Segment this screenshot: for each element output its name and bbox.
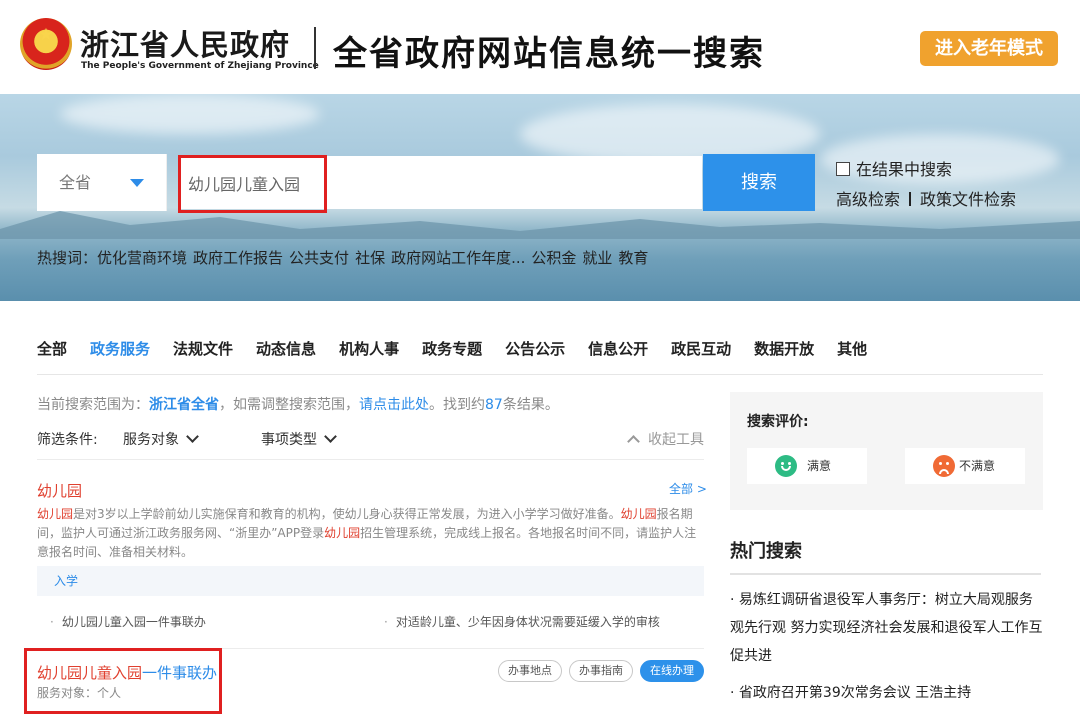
satisfied-button[interactable]: 满意 bbox=[747, 448, 867, 484]
unsatisfied-label: 不满意 bbox=[959, 459, 996, 473]
highlight-box bbox=[178, 155, 327, 213]
filter-divider bbox=[37, 459, 704, 460]
hot-words: 热搜词：优化营商环境 政府工作报告 公共支付 社保 政府网站工作年度... 公积金 就业 教育 bbox=[37, 247, 654, 268]
caret-down-icon bbox=[130, 179, 144, 187]
hot-word[interactable]: 教育 bbox=[618, 249, 648, 267]
topic-subcategory-bar: 入学 bbox=[37, 566, 704, 596]
tab-announcements[interactable]: 公告公示 bbox=[505, 338, 565, 359]
checkbox-icon[interactable] bbox=[836, 162, 850, 176]
hot-search-item[interactable]: · 易炼红调研省退役军人事务厅：树立大局观服务观先行观 努力实现经济社会发展和退… bbox=[730, 586, 1043, 670]
highlight-box bbox=[24, 648, 222, 714]
search-button[interactable]: 搜索 bbox=[703, 154, 815, 211]
tab-open-data[interactable]: 数据开放 bbox=[754, 338, 814, 359]
keyword-highlight: 幼儿园 bbox=[620, 507, 657, 521]
site-header: ★ 浙江省人民政府 The People's Government of Zhe… bbox=[0, 0, 1080, 94]
tab-other[interactable]: 其他 bbox=[837, 338, 867, 359]
chevron-up-icon bbox=[627, 435, 640, 448]
search-in-results-label: 在结果中搜索 bbox=[856, 160, 953, 179]
evaluation-title: 搜索评价: bbox=[747, 414, 809, 430]
tab-topics[interactable]: 政务专题 bbox=[422, 338, 482, 359]
desc-text: 是对3岁以上学龄前幼儿实施保育和教育的机构，使幼儿身心获得正常发展，为进入小学学… bbox=[73, 507, 621, 521]
scope-mid: ，如需调整搜索范围， bbox=[219, 397, 359, 413]
online-service-button[interactable]: 在线办理 bbox=[640, 660, 704, 682]
keyword-highlight: 幼儿园 bbox=[37, 507, 74, 521]
hot-search-divider bbox=[730, 573, 1041, 575]
unsatisfied-button[interactable]: 不满意 bbox=[905, 448, 1025, 484]
hot-search-title: 热门搜索 bbox=[730, 541, 802, 562]
header-divider bbox=[314, 27, 316, 69]
tab-all[interactable]: 全部 bbox=[37, 338, 67, 359]
type-filter-label: 事项类型 bbox=[261, 432, 317, 448]
keyword-highlight: 幼儿园 bbox=[324, 526, 361, 540]
link-separator bbox=[909, 192, 912, 206]
category-tabs: 全部 政务服务 法规文件 动态信息 机构人事 政务专题 公告公示 信息公开 政民互动 数据开放 其他 bbox=[37, 338, 890, 366]
smile-icon bbox=[775, 455, 797, 477]
topic-card-title[interactable]: 幼儿园 bbox=[37, 480, 82, 501]
tab-interaction[interactable]: 政民互动 bbox=[671, 338, 731, 359]
collapse-tools-button[interactable]: 收起工具 bbox=[627, 429, 704, 449]
tab-disclosure[interactable]: 信息公开 bbox=[588, 338, 648, 359]
tab-regulations[interactable]: 法规文件 bbox=[173, 338, 233, 359]
scope-value: 全省 bbox=[59, 173, 92, 192]
search-scope-info: 当前搜索范围为：浙江省全省，如需调整搜索范围，请点击此处。找到约87条结果。 bbox=[37, 394, 559, 414]
frown-icon bbox=[933, 455, 955, 477]
advanced-search-link[interactable]: 高级检索 bbox=[836, 190, 900, 209]
site-brand-english: The People's Government of Zhejiang Prov… bbox=[81, 61, 319, 71]
office-location-button[interactable]: 办事地点 bbox=[498, 660, 562, 682]
audience-filter-label: 服务对象 bbox=[123, 432, 179, 448]
chevron-down-icon bbox=[324, 430, 337, 443]
topic-all-link[interactable]: 全部 > bbox=[669, 480, 707, 497]
hot-word[interactable]: 优化营商环境 bbox=[97, 249, 187, 267]
tabs-divider bbox=[37, 374, 1043, 375]
advanced-links: 高级检索 政策文件检索 bbox=[836, 186, 1016, 210]
hot-word[interactable]: 政府网站工作年度... bbox=[391, 249, 525, 267]
hot-word[interactable]: 社保 bbox=[355, 249, 385, 267]
hot-word[interactable]: 公共支付 bbox=[289, 249, 349, 267]
topic-sub-item[interactable]: 幼儿园儿童入园一件事联办 bbox=[50, 613, 206, 630]
collapse-tools-label: 收起工具 bbox=[648, 432, 704, 448]
elder-mode-button[interactable]: 进入老年模式 bbox=[920, 31, 1058, 66]
policy-search-link[interactable]: 政策文件检索 bbox=[920, 190, 1016, 209]
hot-word[interactable]: 政府工作报告 bbox=[193, 249, 283, 267]
scope-select[interactable]: 全省 bbox=[37, 154, 167, 211]
tab-personnel[interactable]: 机构人事 bbox=[339, 338, 399, 359]
tab-gov-services[interactable]: 政务服务 bbox=[90, 338, 150, 359]
hot-words-label: 热搜词： bbox=[37, 249, 98, 267]
subcategory-label[interactable]: 入学 bbox=[54, 574, 78, 588]
hot-word[interactable]: 就业 bbox=[582, 249, 612, 267]
tab-news[interactable]: 动态信息 bbox=[256, 338, 316, 359]
result-count: 87 bbox=[485, 397, 503, 413]
national-emblem-icon: ★ bbox=[20, 18, 72, 70]
hot-search-item[interactable]: · 省政府召开第39次常务会议 王浩主持 bbox=[730, 679, 1043, 707]
service-guide-button[interactable]: 办事指南 bbox=[569, 660, 633, 682]
hot-search-text: 省政府召开第39次常务会议 王浩主持 bbox=[738, 685, 972, 701]
found-prefix: 。找到约 bbox=[429, 397, 485, 413]
hot-search-text: 易炼红调研省退役军人事务厅：树立大局观服务观先行观 努力实现经济社会发展和退役军… bbox=[730, 592, 1043, 664]
satisfied-label: 满意 bbox=[807, 459, 832, 473]
site-brand[interactable]: 浙江省人民政府 bbox=[80, 22, 290, 64]
hot-word[interactable]: 公积金 bbox=[531, 249, 576, 267]
topic-sub-item[interactable]: 对适龄儿童、少年因身体状况需要延缓入学的审核 bbox=[384, 613, 660, 630]
page-title: 全省政府网站信息统一搜索 bbox=[333, 34, 765, 74]
found-suffix: 条结果。 bbox=[502, 397, 559, 413]
scope-prefix: 当前搜索范围为： bbox=[37, 397, 149, 413]
filter-label: 筛选条件: bbox=[37, 432, 98, 448]
scope-name: 浙江省全省 bbox=[149, 397, 219, 413]
topic-card-description: 幼儿园是对3岁以上学龄前幼儿实施保育和教育的机构，使幼儿身心获得正常发展，为进入… bbox=[37, 505, 704, 562]
search-in-results-checkbox[interactable]: 在结果中搜索 bbox=[836, 156, 952, 180]
cloud-decoration bbox=[60, 94, 320, 134]
chevron-down-icon bbox=[186, 430, 199, 443]
audience-filter-dropdown[interactable]: 服务对象 bbox=[123, 429, 199, 449]
change-scope-link[interactable]: 请点击此处 bbox=[359, 397, 429, 413]
type-filter-dropdown[interactable]: 事项类型 bbox=[261, 429, 337, 449]
